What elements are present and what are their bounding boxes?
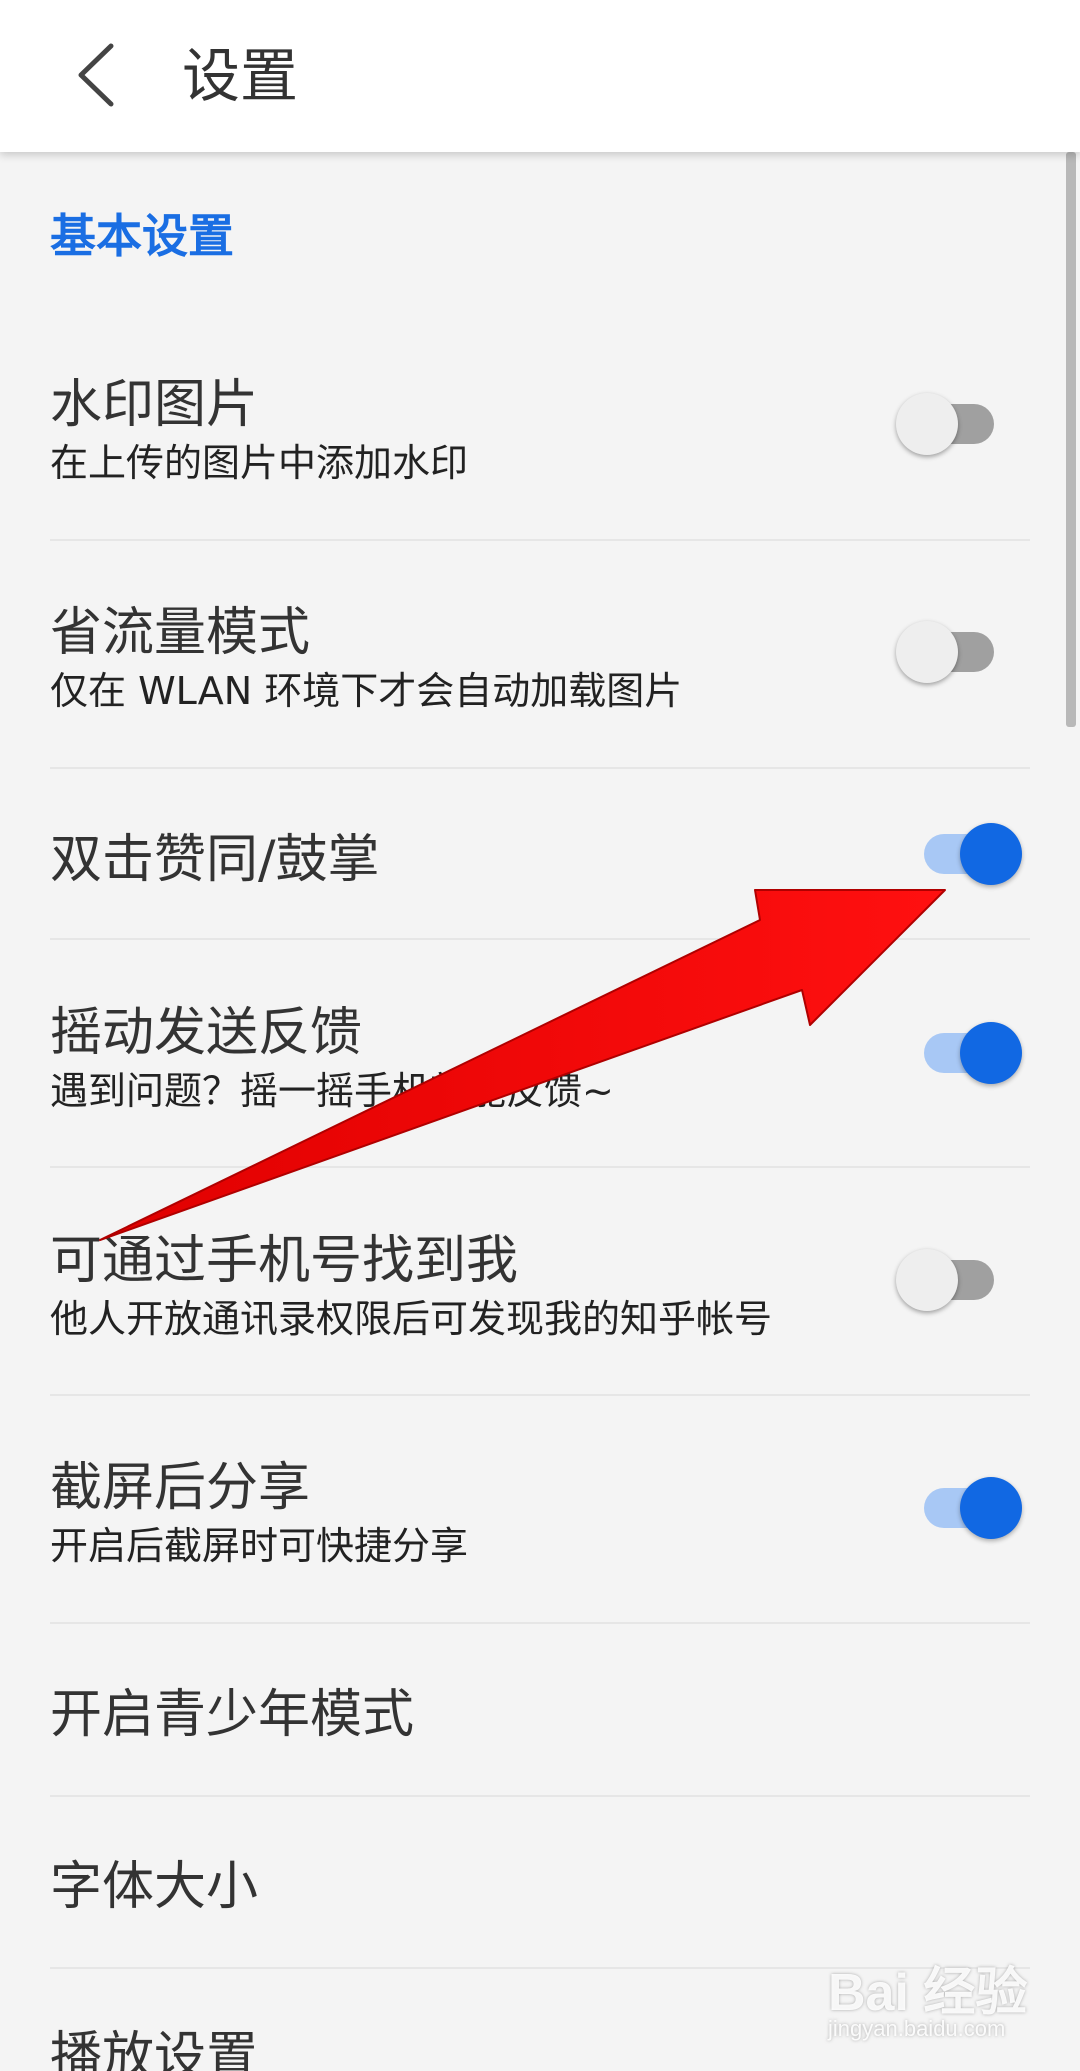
setting-title: 水印图片: [50, 375, 259, 435]
toggle-knob: [896, 1249, 958, 1311]
toggle-double-tap-like[interactable]: [900, 816, 1022, 885]
toggle-knob: [960, 823, 1022, 885]
row-divider: [50, 1795, 1030, 1797]
setting-title: 省流量模式: [50, 603, 311, 663]
setting-title: 字体大小: [50, 1857, 259, 1917]
setting-title: 开启青少年模式: [50, 1685, 415, 1745]
setting-title: 双击赞同/鼓掌: [50, 830, 380, 890]
row-divider: [50, 767, 1030, 769]
setting-row-teen-mode[interactable]: 开启青少年模式: [50, 1672, 1030, 1792]
toggle-find-by-phone[interactable]: [896, 1242, 1000, 1311]
setting-subtitle: 仅在 WLAN 环境下才会自动加载图片: [50, 669, 683, 713]
toggle-knob: [896, 621, 958, 683]
toggle-knob: [896, 393, 958, 455]
setting-row-font-size[interactable]: 字体大小: [50, 1844, 1030, 1964]
setting-title: 播放设置: [50, 2027, 259, 2071]
row-divider: [50, 1166, 1030, 1168]
setting-subtitle: 开启后截屏时可快捷分享: [50, 1524, 469, 1568]
setting-row-watermark[interactable]: 水印图片 在上传的图片中添加水印: [50, 362, 1030, 522]
toggle-shake-feedback[interactable]: [900, 1015, 1022, 1084]
settings-list: 基本设置 水印图片 在上传的图片中添加水印 省流量模式 仅在 WLAN 环境下才…: [0, 152, 1080, 2071]
row-divider: [50, 1622, 1030, 1624]
top-app-bar: 设置: [0, 0, 1080, 152]
baidu-jingyan-watermark: Bai 经验 jingyan.baidu.com: [828, 1950, 1068, 2060]
page-title: 设置: [182, 42, 299, 110]
setting-row-data-saver[interactable]: 省流量模式 仅在 WLAN 环境下才会自动加载图片: [50, 590, 1030, 750]
setting-row-screenshot-share[interactable]: 截屏后分享 开启后截屏时可快捷分享: [50, 1445, 1030, 1605]
settings-screen: 设置 基本设置 水印图片 在上传的图片中添加水印 省流量模式 仅在 WLAN 环…: [0, 0, 1080, 2071]
setting-subtitle: 在上传的图片中添加水印: [50, 441, 469, 485]
setting-row-shake-feedback[interactable]: 摇动发送反馈 遇到问题？摇一摇手机就能反馈~: [50, 990, 1030, 1150]
row-divider: [50, 539, 1030, 541]
setting-subtitle: 他人开放通讯录权限后可发现我的知乎帐号: [50, 1297, 773, 1341]
toggle-watermark[interactable]: [896, 386, 1000, 455]
setting-row-double-tap-like[interactable]: 双击赞同/鼓掌: [50, 817, 1030, 937]
setting-subtitle: 遇到问题？摇一摇手机就能反馈~: [50, 1069, 614, 1113]
setting-row-find-by-phone[interactable]: 可通过手机号找到我 他人开放通讯录权限后可发现我的知乎帐号: [50, 1218, 1030, 1378]
toggle-knob: [960, 1022, 1022, 1084]
scrollbar[interactable]: [1066, 152, 1076, 727]
row-divider: [50, 938, 1030, 940]
section-header-basic: 基本设置: [50, 209, 234, 263]
toggle-knob: [960, 1477, 1022, 1539]
row-divider: [50, 1394, 1030, 1396]
watermark-logo-text: Bai 经验: [828, 1964, 1028, 2022]
setting-title: 摇动发送反馈: [50, 1003, 363, 1063]
setting-title: 可通过手机号找到我: [50, 1231, 519, 1291]
watermark-url: jingyan.baidu.com: [828, 2016, 1006, 2041]
toggle-screenshot-share[interactable]: [900, 1470, 1022, 1539]
setting-title: 截屏后分享: [50, 1458, 311, 1518]
chevron-left-icon: [78, 43, 114, 107]
toggle-data-saver[interactable]: [896, 614, 1000, 683]
back-button[interactable]: [40, 20, 150, 130]
